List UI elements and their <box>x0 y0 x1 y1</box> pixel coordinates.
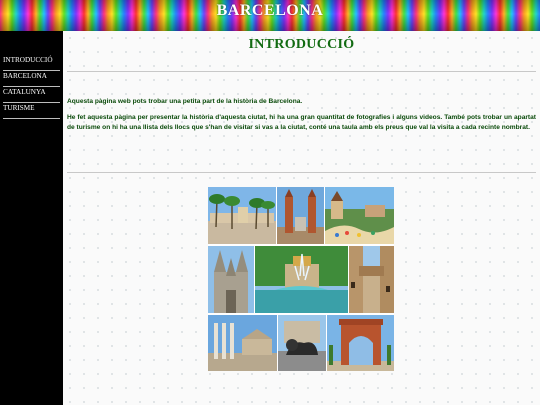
cascada-fountain-photo <box>255 246 348 313</box>
barcelona-photo-collage <box>208 187 394 371</box>
sidebar-item-barcelona[interactable]: BARCELONA <box>3 71 60 87</box>
sidebar-item-turisme[interactable]: TURISME <box>3 103 60 119</box>
description-paragraph: He fet aquesta pàgina per presentar la h… <box>67 114 536 131</box>
narrow-street-bridge-photo <box>349 246 394 313</box>
main-content: INTRODUCCIÓ Aquesta pàgina web pots trob… <box>63 31 540 405</box>
sidebar-item-introduccio[interactable]: INTRODUCCIÓ <box>3 55 60 71</box>
sidebar-item-catalunya[interactable]: CATALUNYA <box>3 87 60 103</box>
park-guell-photo <box>325 187 394 244</box>
venetian-towers-photo <box>277 187 324 244</box>
header-banner: BARCELONA <box>0 0 540 31</box>
arc-de-triomf-photo <box>327 315 394 371</box>
plaza-palm-trees-photo <box>208 187 276 244</box>
montjuic-columns-photo <box>208 315 277 371</box>
sidebar: INTRODUCCIÓ BARCELONA CATALUNYA TURISME <box>0 31 63 405</box>
lion-statue-photo <box>278 315 326 371</box>
divider-bottom <box>67 172 536 173</box>
divider-top <box>67 71 536 72</box>
site-title: BARCELONA <box>216 2 324 19</box>
cathedral-photo <box>208 246 254 313</box>
sidebar-nav: INTRODUCCIÓ BARCELONA CATALUNYA TURISME <box>3 55 60 119</box>
page-title: INTRODUCCIÓ <box>248 37 355 52</box>
intro-paragraph: Aquesta pàgina web pots trobar una petit… <box>67 98 303 105</box>
